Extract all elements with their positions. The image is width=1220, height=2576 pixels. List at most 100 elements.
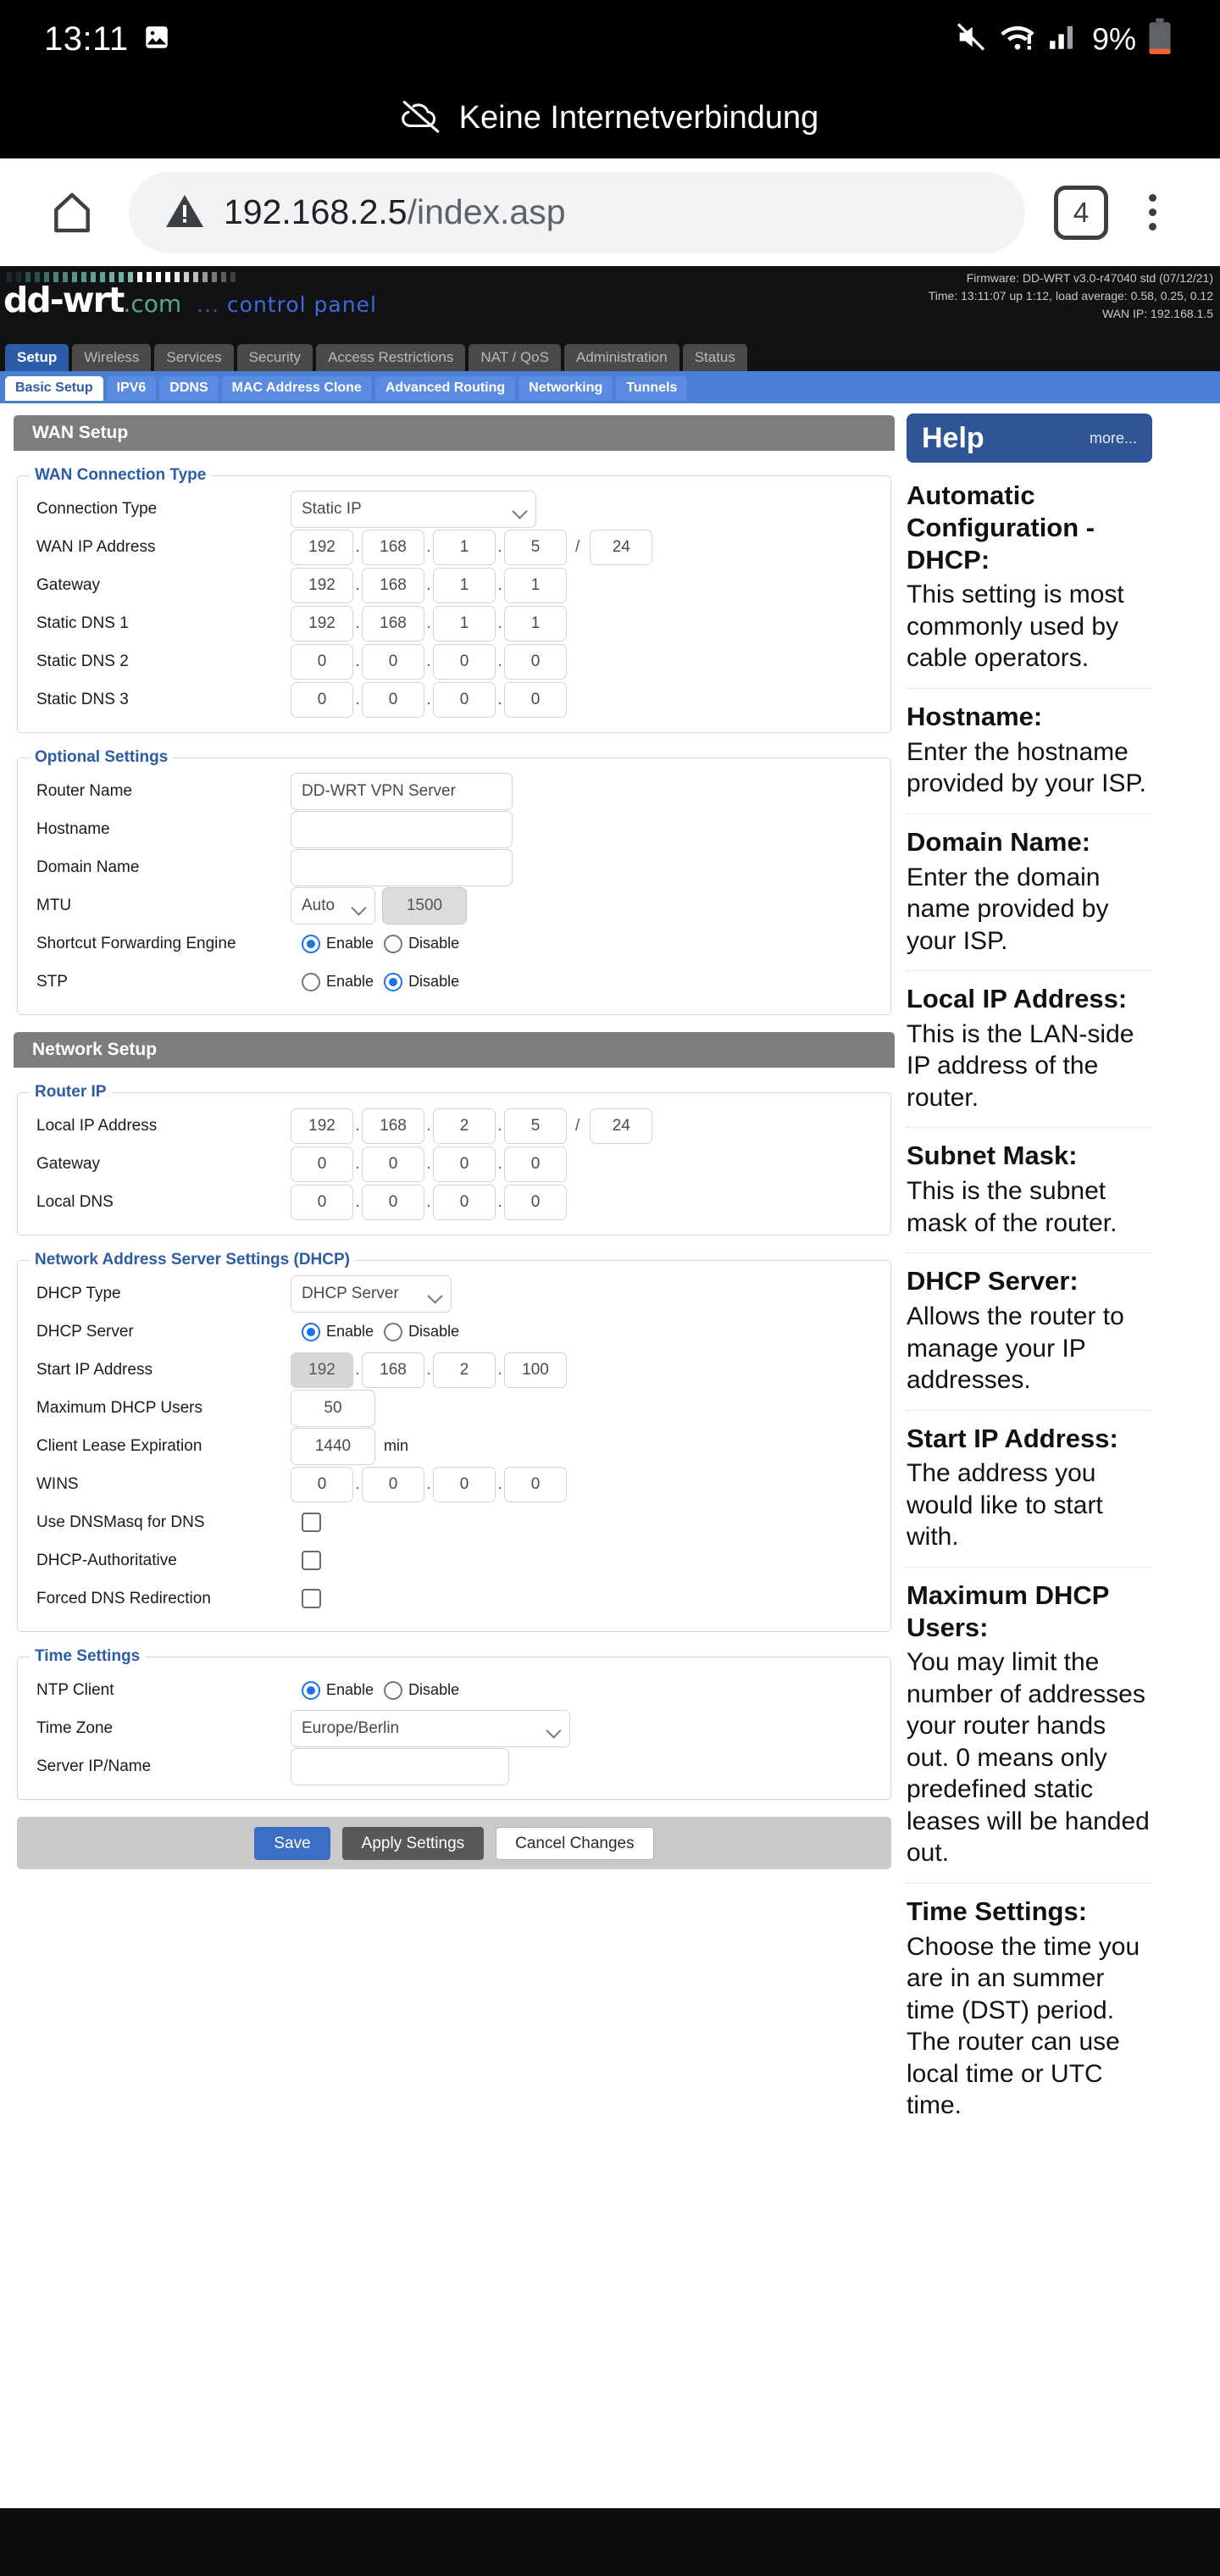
router-name-input[interactable]: DD-WRT VPN Server [291,772,513,810]
server-ip-input[interactable] [291,1747,509,1785]
lan-gateway-octet-2[interactable]: 0 [362,1146,424,1182]
subtab-tunnels[interactable]: Tunnels [616,376,688,401]
dnsmasq-checkbox[interactable] [302,1513,321,1532]
time-settings-legend: Time Settings [35,1647,141,1665]
local-ip-octet-3[interactable]: 2 [433,1108,496,1144]
mtu-mode-select[interactable]: Auto [291,886,375,924]
max-dhcp-users-input[interactable]: 50 [291,1389,375,1427]
start-ip-octet-3[interactable]: 2 [433,1352,496,1388]
status-clock: 13:11 [44,19,129,58]
subtab-networking[interactable]: Networking [518,376,613,401]
subtab-basic-setup[interactable]: Basic Setup [5,376,103,401]
subtab-mac-address-clone[interactable]: MAC Address Clone [221,376,372,401]
dns2-octet-2[interactable]: 0 [362,643,424,680]
cancel-changes-button[interactable]: Cancel Changes [496,1826,654,1860]
tab-setup[interactable]: Setup [5,344,69,371]
local-dns-octet-4[interactable]: 0 [504,1184,567,1220]
dns3-octet-3[interactable]: 0 [433,681,496,718]
tab-wireless[interactable]: Wireless [72,344,152,371]
omnibox[interactable]: 192.168.2.5/index.asp [129,171,1025,253]
ntp-enable-radio[interactable]: Enable [302,1680,374,1700]
wan-ip-octet-2[interactable]: 168 [362,529,424,565]
dns2-octet-1[interactable]: 0 [291,643,353,680]
wins-octet-4[interactable]: 0 [504,1466,567,1502]
wan-gateway-octet-1[interactable]: 192 [291,567,353,603]
dhcp-server-enable-radio[interactable]: Enable [302,1322,374,1341]
wan-ip-octet-1[interactable]: 192 [291,529,353,565]
ip-dot: . [355,1154,360,1173]
tab-nat-qos[interactable]: NAT / QoS [469,344,561,371]
dns1-octet-2[interactable]: 168 [362,605,424,641]
apply-settings-button[interactable]: Apply Settings [341,1826,485,1860]
wan-ip-cidr[interactable]: 24 [590,529,653,565]
dns3-octet-4[interactable]: 0 [504,681,567,718]
wins-octet-1[interactable]: 0 [291,1466,353,1502]
sfe-enable-radio[interactable]: Enable [302,934,374,953]
lan-gateway-octet-3[interactable]: 0 [433,1146,496,1182]
connection-type-select[interactable]: Static IP [291,490,536,528]
dns1-octet-3[interactable]: 1 [433,605,496,641]
dhcp-server-disable-radio[interactable]: Disable [384,1322,459,1341]
dns2-octet-3[interactable]: 0 [433,643,496,680]
local-ip-octet-1[interactable]: 192 [291,1108,353,1144]
row-dhcp-authoritative: DHCP-Authoritative [18,1541,890,1579]
help-entry: Time Settings: Choose the time you are i… [907,1884,1152,2135]
wan-connection-type-legend: WAN Connection Type [35,466,207,484]
forced-dns-checkbox[interactable] [302,1589,321,1608]
start-ip-octet-4[interactable]: 100 [504,1352,567,1388]
local-ip-cidr[interactable]: 24 [590,1108,653,1144]
mtu-label: MTU [36,896,72,914]
overflow-menu-icon[interactable] [1118,175,1186,251]
wins-octet-3[interactable]: 0 [433,1466,496,1502]
tab-status[interactable]: Status [682,344,747,371]
hostname-input[interactable] [291,810,513,848]
wins-octet-2[interactable]: 0 [362,1466,424,1502]
local-ip-octet-2[interactable]: 168 [362,1108,424,1144]
subtab-ddns[interactable]: DDNS [159,376,219,401]
stp-disable-radio[interactable]: Disable [384,972,459,991]
dns2-octet-4[interactable]: 0 [504,643,567,680]
wins-label: WINS [36,1474,79,1493]
local-ip-octet-4[interactable]: 5 [504,1108,567,1144]
ip-dot: . [426,575,431,594]
tab-administration[interactable]: Administration [563,344,679,371]
ip-dot: . [355,613,360,632]
dhcp-type-select[interactable]: DHCP Server [291,1274,452,1313]
ntp-disable-radio[interactable]: Disable [384,1680,459,1700]
router-name-label: Router Name [36,781,132,800]
help-more-link[interactable]: more... [1090,430,1137,447]
dns3-octet-1[interactable]: 0 [291,681,353,718]
dns1-octet-1[interactable]: 192 [291,605,353,641]
dns3-octet-2[interactable]: 0 [362,681,424,718]
tab-services[interactable]: Services [154,344,234,371]
lease-input[interactable]: 1440 [291,1427,375,1465]
wan-gateway-octet-3[interactable]: 1 [433,567,496,603]
wan-ip-octet-3[interactable]: 1 [433,529,496,565]
start-ip-octet-2[interactable]: 168 [362,1352,424,1388]
domain-name-input[interactable] [291,848,513,886]
wan-ip-octet-4[interactable]: 5 [504,529,567,565]
home-icon[interactable] [34,175,110,251]
local-dns-octet-3[interactable]: 0 [433,1184,496,1220]
tab-security[interactable]: Security [236,344,313,371]
offline-banner-text: Keine Internetverbindung [458,100,819,136]
wan-gateway-octet-2[interactable]: 168 [362,567,424,603]
lan-gateway-octet-1[interactable]: 0 [291,1146,353,1182]
timezone-select[interactable]: Europe/Berlin [291,1709,570,1747]
tab-access-restrictions[interactable]: Access Restrictions [316,344,466,371]
stp-enable-radio[interactable]: Enable [302,972,374,991]
local-dns-octet-2[interactable]: 0 [362,1184,424,1220]
save-button[interactable]: Save [254,1826,330,1860]
subtab-advanced-routing[interactable]: Advanced Routing [374,376,516,401]
wan-gateway-octet-4[interactable]: 1 [504,567,567,603]
subtab-ipv6[interactable]: IPV6 [106,376,157,401]
dns1-octet-4[interactable]: 1 [504,605,567,641]
tab-switcher-button[interactable]: 4 [1054,185,1108,240]
radio-dot-icon [302,1322,320,1341]
dhcp-enable-label: Enable [326,1323,374,1340]
authoritative-checkbox[interactable] [302,1551,321,1570]
lan-gateway-octet-4[interactable]: 0 [504,1146,567,1182]
uptime-line: Time: 13:11:07 up 1:12, load average: 0.… [928,289,1213,303]
local-dns-octet-1[interactable]: 0 [291,1184,353,1220]
sfe-disable-radio[interactable]: Disable [384,934,459,953]
